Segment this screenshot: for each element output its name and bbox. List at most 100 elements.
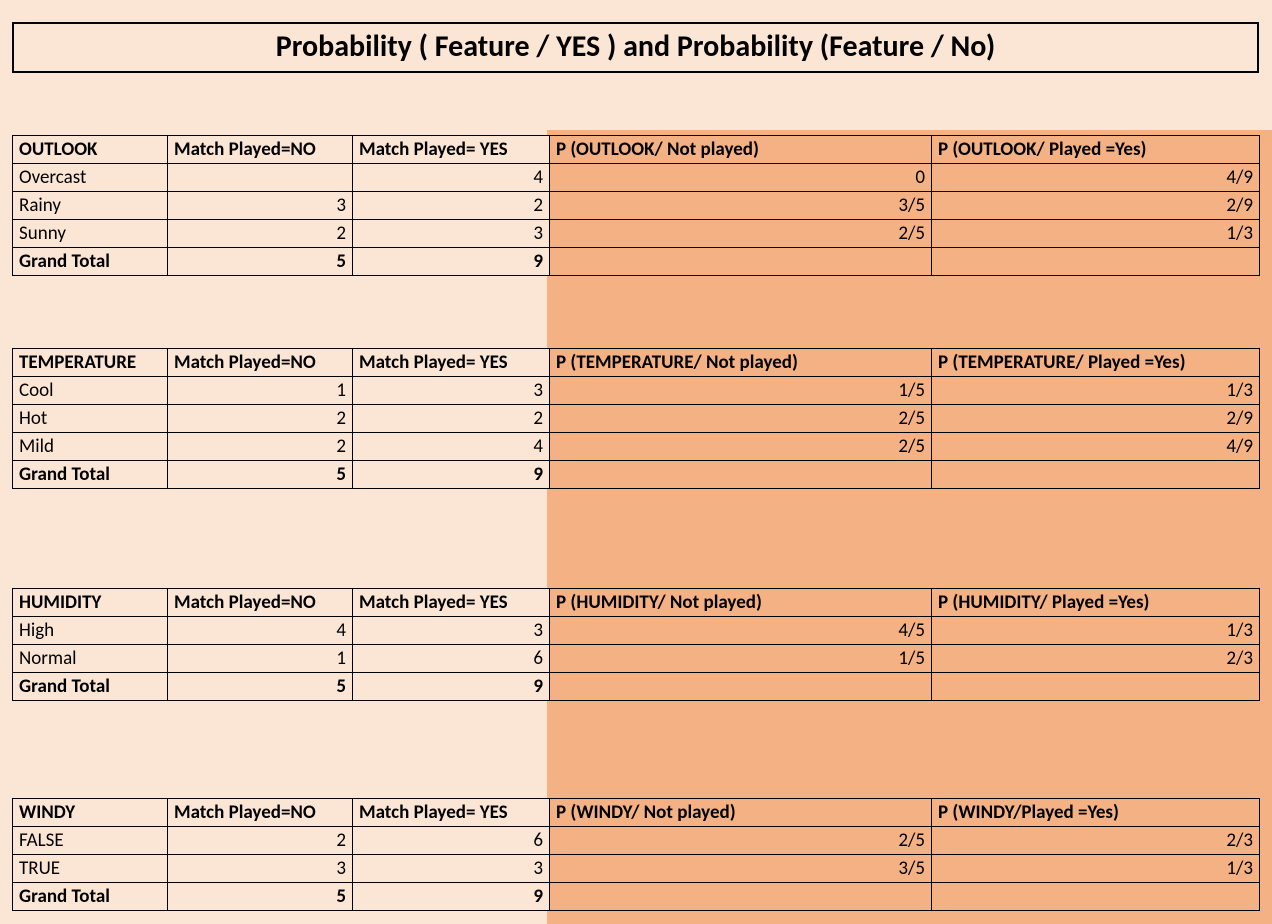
cell-pyes: [932, 883, 1260, 911]
table-row: Hot222/52/9: [13, 405, 1260, 433]
row-label: Mild: [13, 433, 168, 461]
cell-no: 4: [168, 617, 353, 645]
table-row: Cool131/51/3: [13, 377, 1260, 405]
cell-pyes: [932, 248, 1260, 276]
row-label: Overcast: [13, 164, 168, 192]
cell-yes: 6: [353, 827, 550, 855]
cell-pyes: 2/9: [932, 192, 1260, 220]
cell-pyes: [932, 673, 1260, 701]
outlook-table: OUTLOOK Match Played=NO Match Played= YE…: [12, 135, 1260, 276]
table-header-row: HUMIDITY Match Played=NO Match Played= Y…: [13, 589, 1260, 617]
cell-pno: 2/5: [550, 827, 932, 855]
cell-yes: 2: [353, 405, 550, 433]
cell-pno: [550, 883, 932, 911]
cell-yes: 6: [353, 645, 550, 673]
windy-table: WINDY Match Played=NO Match Played= YES …: [12, 798, 1260, 911]
cell-pno: 2/5: [550, 405, 932, 433]
humidity-table: HUMIDITY Match Played=NO Match Played= Y…: [12, 588, 1260, 701]
cell-pno: 3/5: [550, 855, 932, 883]
cell-pyes: 4/9: [932, 164, 1260, 192]
cell-pno: 1/5: [550, 645, 932, 673]
cell-pyes: 1/3: [932, 855, 1260, 883]
row-label: Hot: [13, 405, 168, 433]
cell-no: [168, 164, 353, 192]
no-header: Match Played=NO: [168, 136, 353, 164]
p-yes-header: P (HUMIDITY/ Played =Yes): [932, 589, 1260, 617]
feature-header: WINDY: [13, 799, 168, 827]
cell-pyes: 1/3: [932, 617, 1260, 645]
yes-header: Match Played= YES: [353, 589, 550, 617]
cell-no: 5: [168, 461, 353, 489]
cell-no: 2: [168, 220, 353, 248]
table-row: Sunny232/51/3: [13, 220, 1260, 248]
table-row: Mild242/54/9: [13, 433, 1260, 461]
cell-pno: 0: [550, 164, 932, 192]
yes-header: Match Played= YES: [353, 799, 550, 827]
yes-header: Match Played= YES: [353, 349, 550, 377]
row-label: Rainy: [13, 192, 168, 220]
cell-pyes: 1/3: [932, 220, 1260, 248]
feature-header: OUTLOOK: [13, 136, 168, 164]
row-label: High: [13, 617, 168, 645]
cell-yes: 3: [353, 855, 550, 883]
no-header: Match Played=NO: [168, 589, 353, 617]
cell-pno: 3/5: [550, 192, 932, 220]
cell-pyes: 1/3: [932, 377, 1260, 405]
cell-no: 5: [168, 248, 353, 276]
cell-pno: 2/5: [550, 220, 932, 248]
cell-yes: 4: [353, 164, 550, 192]
row-label: Cool: [13, 377, 168, 405]
feature-header: TEMPERATURE: [13, 349, 168, 377]
yes-header: Match Played= YES: [353, 136, 550, 164]
table-header-row: WINDY Match Played=NO Match Played= YES …: [13, 799, 1260, 827]
cell-pyes: 2/9: [932, 405, 1260, 433]
cell-pno: 4/5: [550, 617, 932, 645]
p-yes-header: P (TEMPERATURE/ Played =Yes): [932, 349, 1260, 377]
no-header: Match Played=NO: [168, 799, 353, 827]
cell-yes: 9: [353, 673, 550, 701]
cell-no: 5: [168, 673, 353, 701]
cell-no: 3: [168, 855, 353, 883]
cell-yes: 3: [353, 220, 550, 248]
cell-no: 1: [168, 645, 353, 673]
row-label: Sunny: [13, 220, 168, 248]
p-no-header: P (TEMPERATURE/ Not played): [550, 349, 932, 377]
cell-pno: [550, 248, 932, 276]
cell-yes: 9: [353, 248, 550, 276]
no-header: Match Played=NO: [168, 349, 353, 377]
cell-no: 1: [168, 377, 353, 405]
row-label: TRUE: [13, 855, 168, 883]
cell-pno: 1/5: [550, 377, 932, 405]
cell-pno: 2/5: [550, 433, 932, 461]
table-row: Rainy323/52/9: [13, 192, 1260, 220]
table-header-row: TEMPERATURE Match Played=NO Match Played…: [13, 349, 1260, 377]
cell-yes: 2: [353, 192, 550, 220]
cell-yes: 3: [353, 377, 550, 405]
grand-total-row: Grand Total59: [13, 883, 1260, 911]
grand-total-row: Grand Total59: [13, 461, 1260, 489]
p-yes-header: P (WINDY/Played =Yes): [932, 799, 1260, 827]
table-row: Normal161/52/3: [13, 645, 1260, 673]
cell-no: 3: [168, 192, 353, 220]
table-row: Overcast 404/9: [13, 164, 1260, 192]
cell-no: 2: [168, 433, 353, 461]
row-label: Grand Total: [13, 673, 168, 701]
table-header-row: OUTLOOK Match Played=NO Match Played= YE…: [13, 136, 1260, 164]
p-yes-header: P (OUTLOOK/ Played =Yes): [932, 136, 1260, 164]
row-label: Grand Total: [13, 248, 168, 276]
cell-no: 2: [168, 405, 353, 433]
cell-pyes: 2/3: [932, 645, 1260, 673]
temperature-table: TEMPERATURE Match Played=NO Match Played…: [12, 348, 1260, 489]
cell-pno: [550, 673, 932, 701]
table-row: FALSE262/52/3: [13, 827, 1260, 855]
p-no-header: P (HUMIDITY/ Not played): [550, 589, 932, 617]
cell-yes: 9: [353, 461, 550, 489]
cell-no: 5: [168, 883, 353, 911]
row-label: Grand Total: [13, 461, 168, 489]
p-no-header: P (WINDY/ Not played): [550, 799, 932, 827]
feature-header: HUMIDITY: [13, 589, 168, 617]
cell-yes: 3: [353, 617, 550, 645]
cell-pyes: [932, 461, 1260, 489]
table-row: TRUE333/51/3: [13, 855, 1260, 883]
grand-total-row: Grand Total59: [13, 673, 1260, 701]
